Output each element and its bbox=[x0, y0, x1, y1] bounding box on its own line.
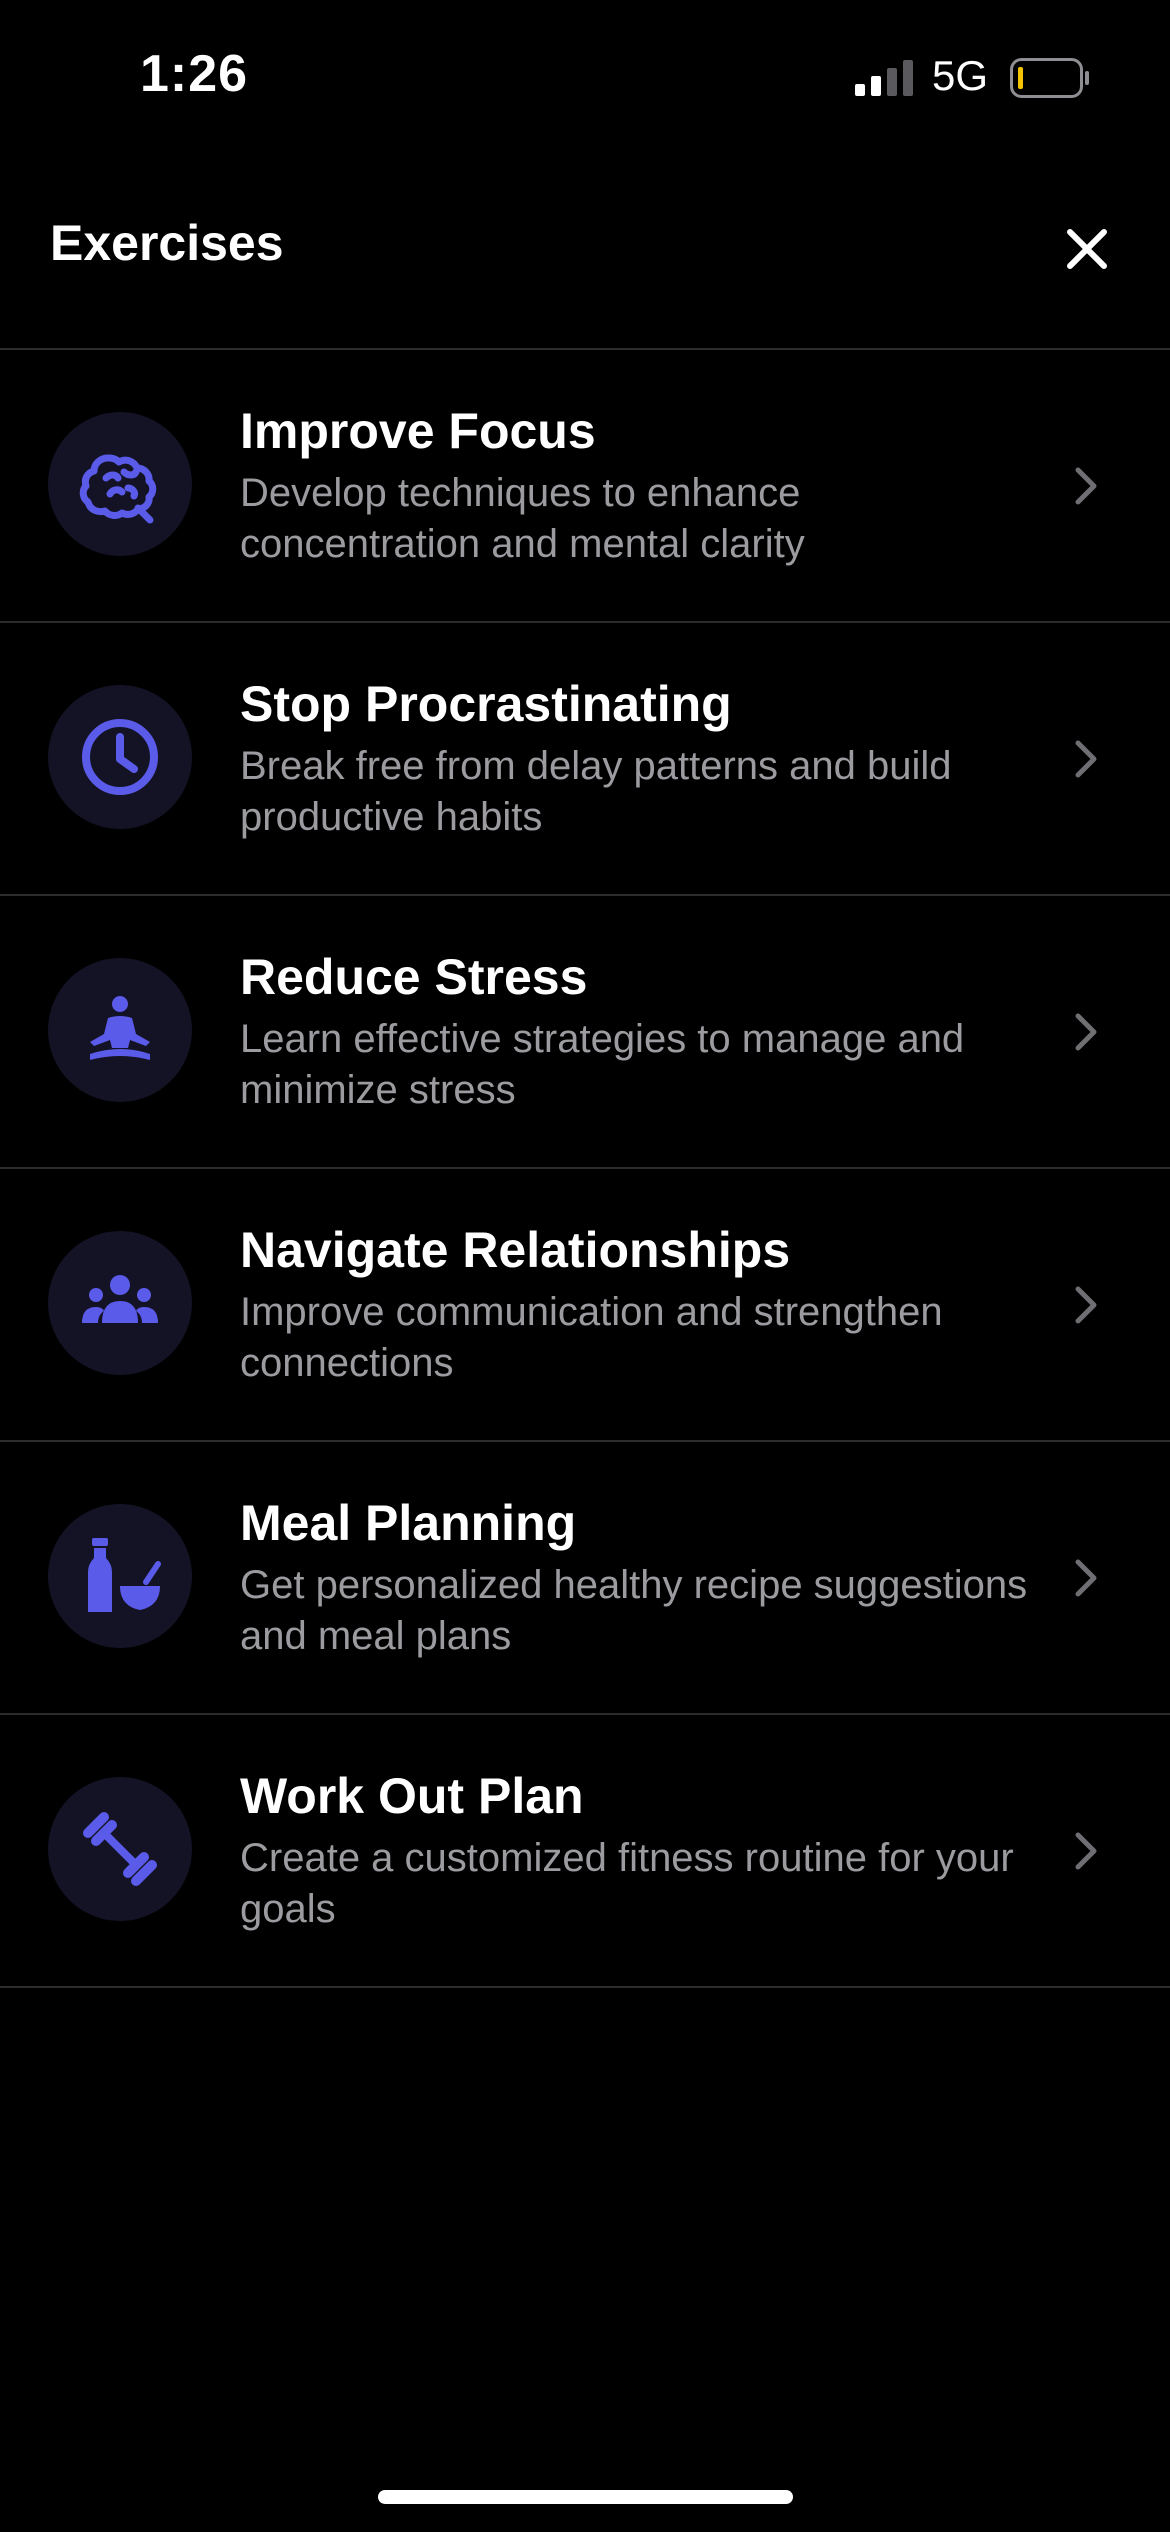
network-type: 5G bbox=[932, 52, 989, 99]
exercise-title: Navigate Relationships bbox=[240, 1222, 791, 1278]
header: Exercises bbox=[0, 190, 1170, 350]
exercise-title: Stop Procrastinating bbox=[240, 676, 732, 732]
people-icon bbox=[82, 1275, 158, 1323]
status-time: 1:26 bbox=[140, 45, 249, 103]
exercise-description: Break free from delay patterns and build… bbox=[240, 744, 952, 839]
chevron-right-icon bbox=[1075, 467, 1097, 505]
exercise-title: Improve Focus bbox=[240, 403, 596, 459]
exercise-item-improve-focus[interactable]: Improve Focus Develop techniques to enha… bbox=[0, 350, 1170, 623]
exercise-item-meal-planning[interactable]: Meal Planning Get personalized healthy r… bbox=[0, 1442, 1170, 1715]
icon-badge bbox=[48, 412, 192, 556]
chevron-right-icon bbox=[1075, 1559, 1097, 1597]
chevron-right-icon bbox=[1075, 740, 1097, 778]
icon-badge bbox=[48, 1231, 192, 1375]
dumbbell-icon bbox=[83, 1812, 157, 1886]
exercise-description: Improve communication and strengthen con… bbox=[240, 1290, 943, 1385]
home-indicator[interactable] bbox=[378, 2490, 793, 2504]
cellular-signal-icon bbox=[855, 60, 913, 96]
meal-icon bbox=[88, 1538, 161, 1612]
page-title: Exercises bbox=[50, 215, 284, 271]
icon-badge bbox=[48, 685, 192, 829]
exercise-description: Learn effective strategies to manage and… bbox=[240, 1017, 965, 1112]
status-bar: 1:26 5G bbox=[0, 0, 1170, 150]
meditation-icon bbox=[90, 996, 150, 1060]
chevron-right-icon bbox=[1075, 1286, 1097, 1324]
icon-badge bbox=[48, 1504, 192, 1648]
icon-badge bbox=[48, 958, 192, 1102]
exercise-title: Reduce Stress bbox=[240, 949, 588, 1005]
battery-icon bbox=[1010, 58, 1089, 98]
exercise-description: Develop techniques to enhance concentrat… bbox=[240, 471, 805, 566]
brain-icon bbox=[79, 454, 157, 524]
clock-icon bbox=[82, 719, 158, 795]
exercise-list: Improve Focus Develop techniques to enha… bbox=[0, 350, 1170, 1988]
exercise-title: Work Out Plan bbox=[240, 1768, 584, 1824]
exercise-description: Create a customized fitness routine for … bbox=[240, 1836, 1014, 1931]
exercise-item-reduce-stress[interactable]: Reduce Stress Learn effective strategies… bbox=[0, 896, 1170, 1169]
exercise-title: Meal Planning bbox=[240, 1495, 577, 1551]
chevron-right-icon bbox=[1075, 1013, 1097, 1051]
exercise-item-navigate-relationships[interactable]: Navigate Relationships Improve communica… bbox=[0, 1169, 1170, 1442]
exercise-description: Get personalized healthy recipe suggesti… bbox=[240, 1563, 1028, 1658]
close-button[interactable] bbox=[1060, 222, 1114, 276]
exercise-item-work-out-plan[interactable]: Work Out Plan Create a customized fitnes… bbox=[0, 1715, 1170, 1988]
chevron-right-icon bbox=[1075, 1832, 1097, 1870]
exercise-item-stop-procrastinating[interactable]: Stop Procrastinating Break free from del… bbox=[0, 623, 1170, 896]
icon-badge bbox=[48, 1777, 192, 1921]
